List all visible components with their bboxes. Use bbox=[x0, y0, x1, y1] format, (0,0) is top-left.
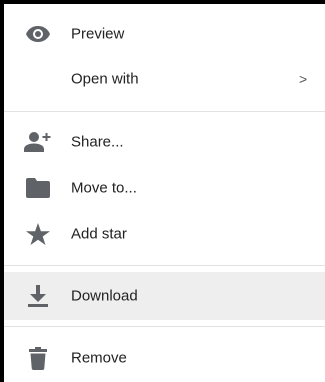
menu-item-label: Remove bbox=[71, 349, 127, 367]
menu-item-label: Add star bbox=[71, 225, 127, 243]
trash-icon bbox=[24, 344, 52, 372]
context-menu: Preview Open with > Share... Move to... bbox=[4, 4, 325, 382]
menu-item-label: Share... bbox=[71, 133, 124, 151]
menu-divider bbox=[4, 111, 325, 112]
eye-icon bbox=[24, 20, 52, 48]
menu-divider bbox=[4, 265, 325, 266]
download-icon bbox=[24, 282, 52, 310]
menu-item-label: Preview bbox=[71, 25, 125, 43]
menu-item-label: Download bbox=[71, 287, 138, 305]
add-person-icon bbox=[24, 128, 52, 156]
menu-item-label: Open with bbox=[71, 70, 139, 88]
menu-item-preview[interactable]: Preview bbox=[4, 10, 325, 58]
chevron-right-icon: > bbox=[299, 71, 308, 87]
menu-item-add-star[interactable]: Add star bbox=[4, 210, 325, 258]
menu-item-share[interactable]: Share... bbox=[4, 118, 325, 166]
folder-icon bbox=[24, 174, 52, 202]
star-icon bbox=[24, 220, 52, 248]
menu-divider bbox=[4, 326, 325, 327]
menu-item-move-to[interactable]: Move to... bbox=[4, 164, 325, 212]
menu-item-label: Move to... bbox=[71, 179, 137, 197]
menu-item-open-with[interactable]: Open with > bbox=[4, 55, 325, 103]
menu-item-remove[interactable]: Remove bbox=[4, 334, 325, 382]
menu-item-download[interactable]: Download bbox=[4, 272, 325, 320]
